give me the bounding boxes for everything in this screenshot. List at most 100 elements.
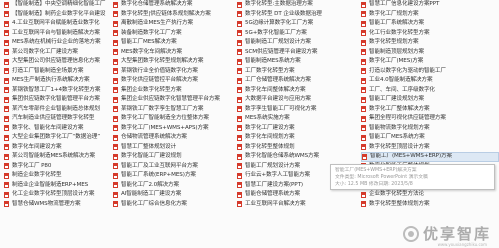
file-item[interactable]: AI智能制造工厂建设方案: [113, 190, 231, 200]
file-item[interactable]: 【智能制造】制药企业数字化平台建设: [4, 10, 107, 20]
file-item[interactable]: 4.工业互联网平台赋能制造业数字化: [4, 19, 107, 29]
file-item[interactable]: 数字化工厂建设方案: [237, 124, 355, 134]
file-item[interactable]: 某钢铁工厂数字孪生智慧工厂方案: [113, 105, 231, 115]
file-item[interactable]: 工业互联网平台与智能制造解决方案: [4, 29, 107, 39]
file-item[interactable]: 数字化转型顶层设计方案: [361, 143, 499, 153]
file-item[interactable]: 智能工厂及工业互联网平台方案: [113, 162, 231, 172]
file-item[interactable]: 数字化转型:主数据治理方案: [237, 0, 355, 10]
file-item[interactable]: 智慧仓储WMS物流管理方案: [4, 200, 107, 210]
file-item[interactable]: MES生产制造执行系统解决方案: [4, 76, 107, 86]
file-item[interactable]: 智能工厂MES系统方案: [361, 133, 499, 143]
file-item[interactable]: 智慧工厂信息化建设方案PPT: [361, 0, 499, 10]
file-item[interactable]: MES系统在机械行业企业的落地方案: [4, 38, 107, 48]
file-item[interactable]: 【智能制造】中央空调精细化智能工厂: [4, 0, 107, 10]
file-item[interactable]: 智能制造MES系统方案: [237, 57, 355, 67]
file-item[interactable]: 智能化工厂综合信息化方案: [113, 200, 231, 210]
file-name: MES生产制造执行系统解决方案: [12, 77, 90, 83]
file-icon: [237, 153, 242, 160]
file-icon: [113, 20, 118, 27]
file-icon: [4, 58, 9, 65]
file-item[interactable]: 数字化转型 DT 企业级数据治理: [237, 10, 355, 20]
file-item[interactable]: 工业互联网平台解决方案: [237, 200, 355, 210]
file-item[interactable]: 某汽车零部件企业智能制造总体规划: [4, 105, 107, 115]
file-item[interactable]: 某公司数字化工厂建设方案: [4, 48, 107, 58]
file-name: 工业互联网平台与智能制造解决方案: [12, 29, 100, 36]
file-item[interactable]: 数字孪生智能工厂可视化方案: [237, 105, 355, 115]
file-icon: [4, 68, 9, 75]
file-item[interactable]: 5G+数字化智能工厂方案: [237, 29, 355, 39]
file-item[interactable]: 制造企业数字化转型: [4, 171, 107, 181]
file-item[interactable]: 数字化仓储管理系统解决方案: [113, 0, 231, 10]
file-item[interactable]: 数字化、智能化车间建设方案: [4, 124, 107, 134]
file-item[interactable]: 离散制造业MES生产执行方案: [113, 19, 231, 29]
file-name: 某公司智能制造MES系统解决方案: [12, 153, 96, 159]
file-name: 数字孪生智能工厂可视化方案: [245, 105, 317, 112]
file-item[interactable]: 集团企业供应链数字化智慧管理平台方案: [113, 95, 231, 105]
file-item[interactable]: 智能工厂MES解决方案: [113, 38, 231, 48]
file-item[interactable]: 智能工厂建设规划方案: [361, 95, 499, 105]
file-item[interactable]: 数字化供应链管控平台解决方案: [113, 76, 231, 86]
file-item[interactable]: 大型集团数字化转型规划解决方案: [113, 57, 231, 67]
file-item[interactable]: 工业4.0智能制造解决方案: [361, 76, 499, 86]
file-item[interactable]: 数字化转型规划方案: [361, 38, 499, 48]
file-item[interactable]: 装备制造数字化工厂方案: [113, 29, 231, 39]
file-item[interactable]: 大型企业集团数字化工厂“数据治理”: [4, 133, 107, 143]
file-item[interactable]: 数字化智能仓储系统WMS方案: [237, 152, 355, 162]
file-icon: [113, 58, 118, 65]
file-item[interactable]: 制造业企业智能制造ERP+MES: [4, 181, 107, 191]
file-name: 数字化供应链管控平台解决方案: [121, 77, 198, 83]
file-icon: [237, 1, 242, 8]
file-name: 工厂数字化转型方案: [245, 67, 295, 74]
file-item[interactable]: 某钢铁智慧工厂1+4数字化转型方案: [4, 86, 107, 96]
file-item[interactable]: 企业数字化转型方法论: [361, 190, 499, 200]
file-item[interactable]: 数字化工厂(MES)方案: [361, 57, 499, 67]
file-item[interactable]: 智能工厂系统解决方案: [361, 19, 499, 29]
file-icon: [113, 172, 118, 179]
file-item[interactable]: 智能化工厂2.0解决方案: [113, 181, 231, 191]
file-item[interactable]: 打造工厂智能制造全场景方案: [4, 67, 107, 77]
file-item[interactable]: 集团全程可视化供应链管理方案: [361, 114, 499, 124]
file-item[interactable]: 数字化工厂智能制造全方位整体方案: [113, 114, 231, 124]
file-item[interactable]: 数字化车间整体解决方案: [237, 86, 355, 96]
file-item[interactable]: 仓储物流管理系统解决方案: [113, 133, 231, 143]
file-item[interactable]: 数字化转型|供应链体系规划解决方案: [113, 10, 231, 20]
file-item[interactable]: 化工企业数字化转型顶层设计方案: [4, 190, 107, 200]
file-item[interactable]: 智慧工厂整体规划设计: [113, 143, 231, 153]
file-item[interactable]: 汽车制造业供应链管理数字化转型: [4, 114, 107, 124]
file-item[interactable]: MES系统实施方案: [237, 114, 355, 124]
file-item[interactable]: 数字化转型整体规划: [237, 143, 355, 153]
file-item[interactable]: 数字化车间建设方案: [4, 143, 107, 153]
file-icon: [4, 115, 9, 122]
file-item[interactable]: 大型集团公司供应链管理信息化方案: [4, 57, 107, 67]
file-item[interactable]: MES数字化车间解决方案: [113, 48, 231, 58]
file-name: 智能仓储管理系统方案: [245, 191, 300, 197]
file-item[interactable]: 数字化工厂 P80: [4, 162, 107, 172]
file-item[interactable]: 5G边缘计算数字化工厂方案: [237, 19, 355, 29]
file-item[interactable]: 智能制造工厂规划设计方案: [237, 38, 355, 48]
file-item[interactable]: 大数据平台建设与应用方案: [237, 95, 355, 105]
file-item[interactable]: 集团供应链数字化智能管理平台方案: [4, 95, 107, 105]
file-item[interactable]: 智能工厂(MES+WMS+ERP)方案: [361, 152, 499, 162]
file-item[interactable]: 数字化转型整体规划方案: [361, 200, 499, 210]
file-item[interactable]: 工厂数字化转型方案: [237, 67, 355, 77]
file-item[interactable]: 智能物流数字化规划方案: [361, 124, 499, 134]
file-item[interactable]: 打造以数字化为驱动的智能工厂: [361, 67, 499, 77]
file-item[interactable]: 智能制造顶层规划方案: [361, 48, 499, 58]
file-item[interactable]: 数字化车间规划方案: [237, 133, 355, 143]
file-item[interactable]: 化工行业数字化转型方案: [361, 29, 499, 39]
file-item[interactable]: 工厂仓储管理系统解决方案: [237, 76, 355, 86]
file-item[interactable]: 数字化智能工厂建设规划: [113, 152, 231, 162]
file-item[interactable]: 数字化工厂规划方案: [361, 10, 499, 20]
file-item[interactable]: 数字化工厂(MES+WMS+APS)方案: [113, 124, 231, 134]
file-item[interactable]: 数字化工厂整体解决方案: [361, 105, 499, 115]
file-item[interactable]: 某公司智能制造MES系统解决方案: [4, 152, 107, 162]
file-item[interactable]: 工厂、车间、工序级数字化: [361, 86, 499, 96]
file-name: 装备制造数字化工厂方案: [121, 29, 182, 36]
file-item[interactable]: 智能工厂系统(ERP+MES)方案: [113, 171, 231, 181]
file-icon: [237, 68, 242, 75]
file-item[interactable]: SCM供应链管理平台建设方案: [237, 48, 355, 58]
file-item[interactable]: 智能仓储管理系统方案: [237, 190, 355, 200]
file-item[interactable]: 集团企业数字化转型方案: [113, 86, 231, 96]
file-item[interactable]: 某钢铁行业全价值链数字化方案: [113, 67, 231, 77]
logo-icon: [402, 225, 419, 242]
